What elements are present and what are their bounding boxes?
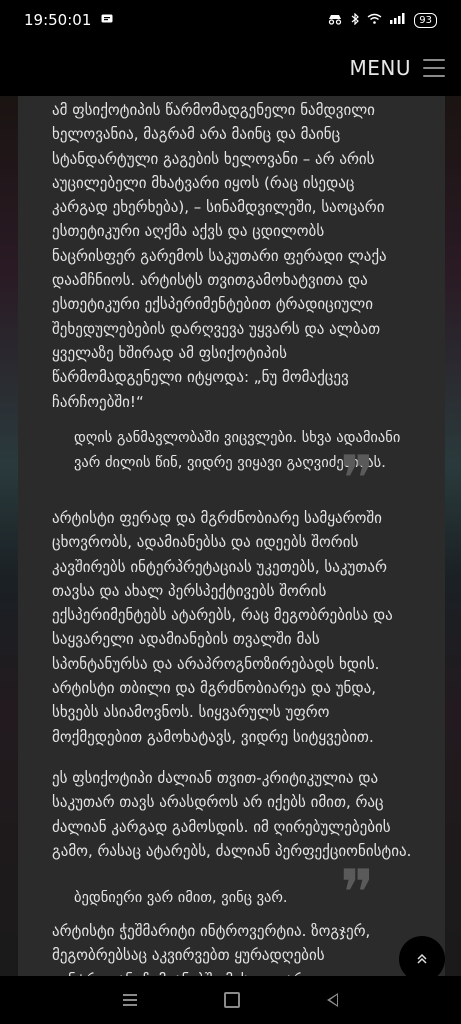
background-left-strip	[0, 96, 18, 976]
back-icon[interactable]	[326, 993, 338, 1007]
article-paragraph: არტისტი ფერად და მგრძნობიარე სამყაროში ც…	[52, 509, 393, 746]
article-paragraph: არტისტი ჭეშმარიტი ინტროვერტია. ზოგჯერ, მ…	[52, 922, 371, 976]
hamburger-line	[423, 67, 445, 69]
double-chevron-up-icon	[416, 950, 428, 969]
system-navigation-bar	[0, 976, 461, 1024]
menu-line	[123, 1004, 138, 1006]
menu-label[interactable]: MENU	[350, 56, 412, 80]
wifi-icon	[367, 13, 382, 27]
status-time: 19:50:01	[24, 11, 92, 29]
article-paragraph: ეს ფსიქოტიპი ძალიან თვით-კრიტიკულია და ს…	[52, 769, 412, 860]
bluetooth-icon	[351, 12, 360, 28]
quote-mark-icon: ❞	[340, 857, 375, 931]
menu-line	[123, 999, 138, 1001]
article-paragraph: ამ ფსიქოტიპის წარმომადგენელი ნამდვილი ხე…	[52, 101, 387, 411]
hamburger-line	[423, 75, 445, 77]
status-right: 93	[327, 12, 437, 28]
article-content: ამ ფსიქოტიპის წარმომადგენელი ნამდვილი ხე…	[18, 96, 445, 976]
signal-icon	[390, 13, 406, 27]
hamburger-menu-icon[interactable]	[423, 59, 445, 77]
quote-mark-icon: ❞	[340, 443, 375, 517]
status-left: 19:50:01	[24, 11, 113, 29]
home-icon[interactable]	[223, 992, 240, 1008]
background-right-strip	[445, 96, 461, 976]
message-notification-icon	[101, 11, 113, 29]
incognito-icon	[327, 13, 343, 28]
battery-indicator: 93	[414, 12, 437, 28]
hamburger-line	[423, 59, 445, 61]
status-bar: 19:50:01 93	[0, 0, 461, 40]
recent-apps-icon[interactable]	[123, 994, 138, 1006]
site-header: MENU	[0, 40, 461, 96]
menu-line	[123, 994, 138, 996]
